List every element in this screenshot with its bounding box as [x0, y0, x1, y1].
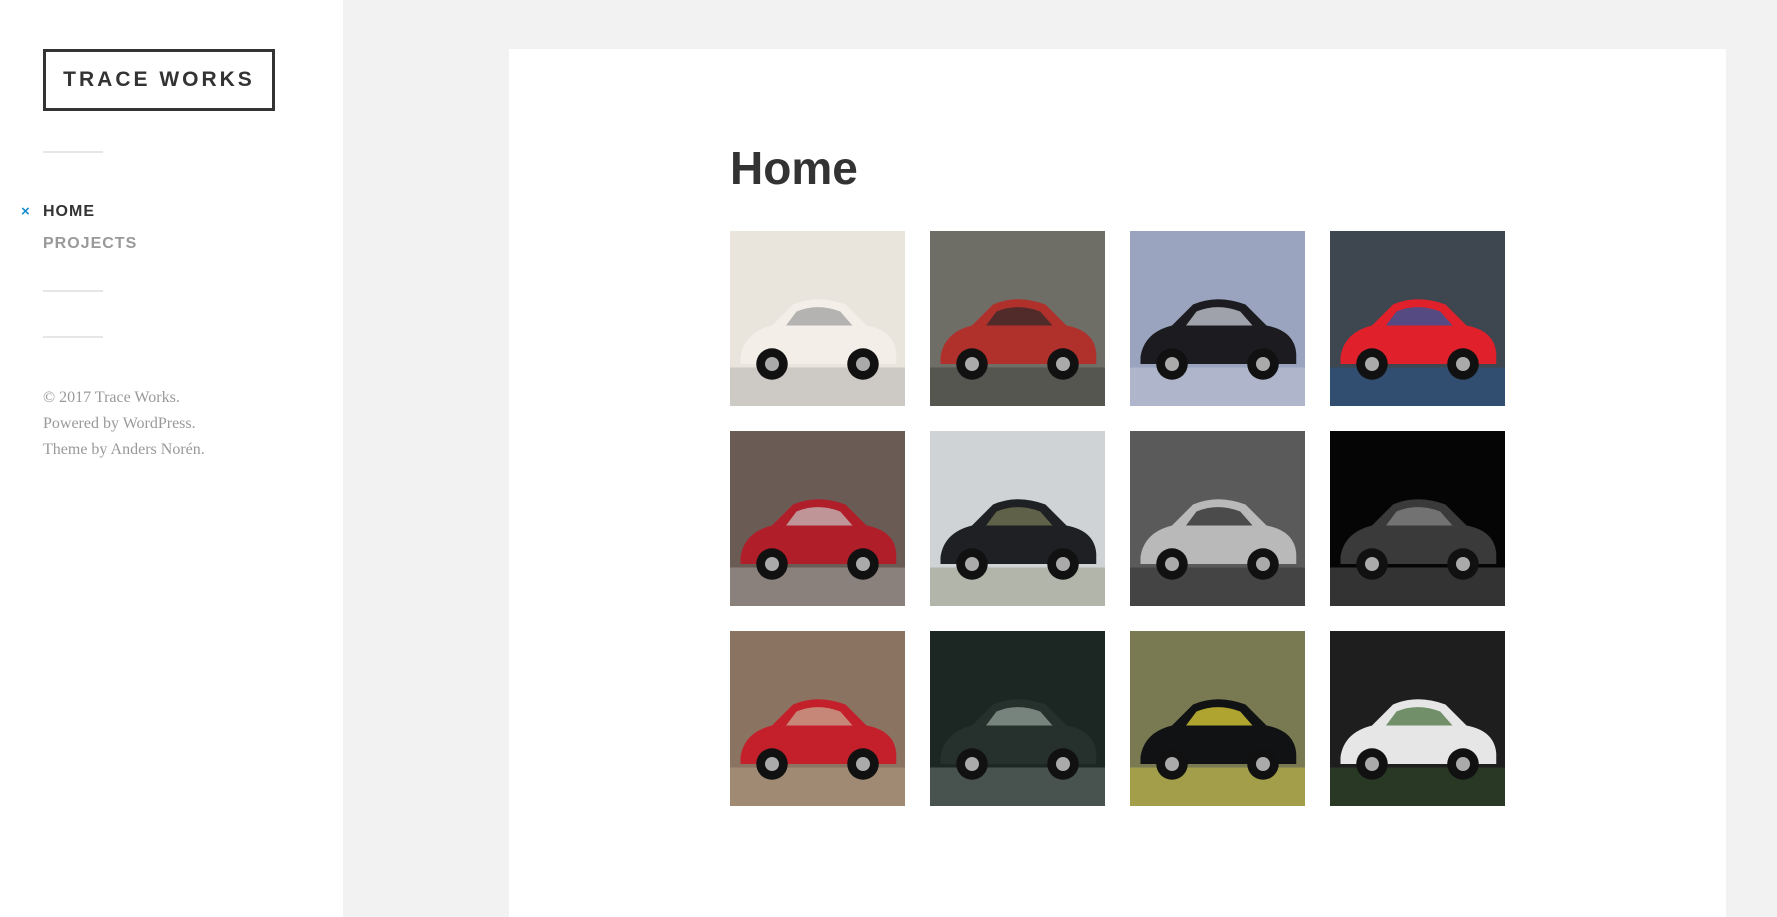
copyright-text: © 2017	[43, 389, 95, 406]
car-photo	[930, 631, 1105, 806]
nav-item-projects[interactable]: PROJECTS	[43, 228, 137, 260]
sidebar-divider	[43, 151, 103, 153]
gallery-image-9[interactable]	[730, 631, 905, 806]
theme-by-text: Theme by	[43, 441, 111, 458]
theme-by-line: Theme by Anders Norén.	[43, 437, 205, 463]
sidebar-divider	[43, 290, 103, 292]
gallery-image-5[interactable]	[730, 431, 905, 606]
car-photo	[1130, 231, 1305, 406]
car-photo	[730, 631, 905, 806]
car-photo	[930, 431, 1105, 606]
gallery-image-12[interactable]	[1330, 631, 1505, 806]
main-navigation: × HOME PROJECTS	[21, 196, 137, 260]
theme-author-link[interactable]: Anders Norén	[111, 441, 201, 458]
image-gallery	[730, 231, 1505, 806]
site-title-link[interactable]: TRACE WORKS	[43, 49, 275, 111]
gallery-image-6[interactable]	[930, 431, 1105, 606]
car-photo	[730, 431, 905, 606]
copyright-suffix: .	[175, 389, 180, 406]
wordpress-link[interactable]: WordPress	[123, 415, 192, 432]
powered-by-text: Powered by	[43, 415, 123, 432]
car-photo	[730, 231, 905, 406]
gallery-image-8[interactable]	[1330, 431, 1505, 606]
theme-by-suffix: .	[200, 441, 205, 458]
gallery-image-7[interactable]	[1130, 431, 1305, 606]
active-close-icon: ×	[21, 203, 31, 220]
powered-by-suffix: .	[191, 415, 196, 432]
gallery-image-10[interactable]	[930, 631, 1105, 806]
gallery-image-1[interactable]	[730, 231, 905, 406]
car-photo	[930, 231, 1105, 406]
page: TRACE WORKS × HOME PROJECTS © 2017 Trace…	[0, 0, 1777, 917]
gallery-image-4[interactable]	[1330, 231, 1505, 406]
site-home-link[interactable]: Trace Works	[95, 389, 176, 406]
gallery-image-2[interactable]	[930, 231, 1105, 406]
copyright-line: © 2017 Trace Works.	[43, 385, 205, 411]
car-photo	[1130, 431, 1305, 606]
car-photo	[1330, 431, 1505, 606]
sidebar: TRACE WORKS × HOME PROJECTS © 2017 Trace…	[0, 0, 343, 917]
powered-by-line: Powered by WordPress.	[43, 411, 205, 437]
page-title: Home	[730, 142, 858, 194]
car-photo	[1330, 231, 1505, 406]
nav-item-home[interactable]: × HOME	[21, 196, 137, 228]
car-photo	[1330, 631, 1505, 806]
sidebar-footer: © 2017 Trace Works. Powered by WordPress…	[43, 385, 205, 463]
gallery-image-3[interactable]	[1130, 231, 1305, 406]
content-card: Home	[509, 49, 1726, 917]
sidebar-divider	[43, 336, 103, 338]
car-photo	[1130, 631, 1305, 806]
gallery-image-11[interactable]	[1130, 631, 1305, 806]
nav-item-label: HOME	[43, 203, 95, 220]
nav-item-label: PROJECTS	[43, 235, 138, 252]
